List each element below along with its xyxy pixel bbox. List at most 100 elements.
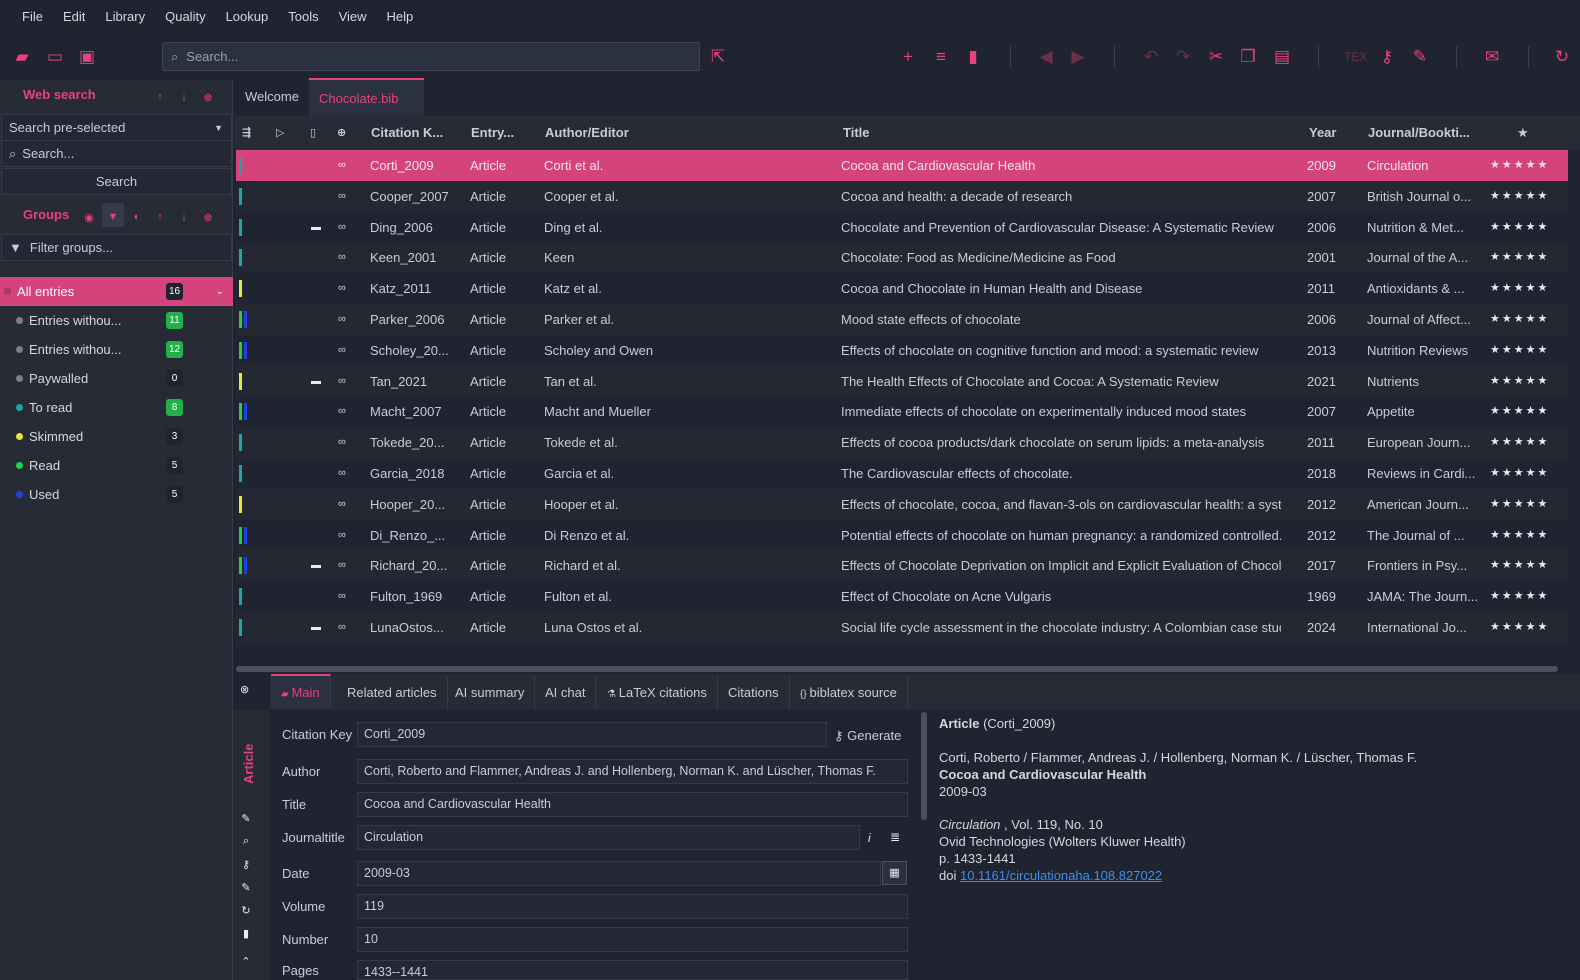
title-field[interactable]: Cocoa and Cardiovascular Health bbox=[357, 792, 908, 817]
menu-help[interactable]: Help bbox=[377, 0, 424, 34]
link-icon[interactable]: ∞ bbox=[338, 181, 346, 212]
rating-stars-icon[interactable]: ★★★★★ bbox=[1490, 212, 1549, 243]
group-item[interactable]: Entries withou... 12 bbox=[0, 335, 233, 364]
table-row[interactable]: ∞ Scholey_20... Article Scholey and Owen Eff… bbox=[236, 335, 1568, 366]
align-icon[interactable]: ≣ bbox=[890, 830, 900, 844]
link-icon[interactable]: ∞ bbox=[338, 520, 346, 551]
tab-citations[interactable]: Citations bbox=[718, 676, 790, 710]
filter-groups-input[interactable]: ▼ Filter groups... bbox=[1, 234, 232, 261]
link-icon[interactable]: ∞ bbox=[338, 581, 346, 612]
link-icon[interactable]: ∞ bbox=[338, 458, 346, 489]
date-field[interactable]: 2009-03 bbox=[357, 861, 881, 886]
refresh-icon[interactable]: ↻ bbox=[240, 904, 252, 917]
rating-stars-icon[interactable]: ★★★★★ bbox=[1490, 458, 1549, 489]
info-icon[interactable]: i bbox=[868, 831, 871, 845]
forward-icon[interactable]: ▶ bbox=[1068, 47, 1088, 67]
filter-icon[interactable]: ▼ bbox=[106, 211, 120, 223]
cut-icon[interactable]: ✂ bbox=[1206, 47, 1226, 67]
author-field[interactable]: Corti, Roberto and Flammer, Andreas J. a… bbox=[357, 759, 908, 784]
tab-biblatex-source[interactable]: {} biblatex source bbox=[790, 676, 908, 710]
close-editor-icon[interactable]: ⊗ bbox=[240, 683, 249, 696]
rating-stars-icon[interactable]: ★★★★★ bbox=[1490, 612, 1549, 643]
link-icon[interactable]: ∞ bbox=[338, 242, 346, 273]
eye-icon[interactable]: ◉ bbox=[82, 211, 96, 224]
file-icon[interactable]: ▬ bbox=[311, 366, 321, 397]
link-icon[interactable]: ∞ bbox=[338, 304, 346, 335]
web-search-input[interactable]: ⌕ Search... bbox=[1, 140, 232, 167]
rating-stars-icon[interactable]: ★★★★★ bbox=[1490, 427, 1549, 458]
group-item[interactable]: Read 5 bbox=[0, 451, 233, 480]
tab-chocolate-bib[interactable]: Chocolate.bib ✕ bbox=[309, 78, 424, 144]
table-row[interactable]: ∞ Cooper_2007 Article Cooper et al. Cocoa an… bbox=[236, 180, 1568, 212]
table-row[interactable]: ∞ Hooper_20... Article Hooper et al. Effects… bbox=[236, 488, 1568, 520]
group-item[interactable]: Paywalled 0 bbox=[0, 364, 233, 393]
column-citation-key[interactable]: Citation K... bbox=[371, 116, 443, 150]
add-entry-icon[interactable]: + bbox=[898, 47, 918, 67]
file-icon[interactable]: ▯ bbox=[310, 116, 316, 150]
refresh-icon[interactable]: ↻ bbox=[1552, 47, 1572, 67]
link-icon[interactable]: ∞ bbox=[338, 273, 346, 304]
rating-stars-icon[interactable]: ★★★★★ bbox=[1490, 181, 1549, 212]
rating-stars-icon[interactable]: ★★★★★ bbox=[1490, 550, 1549, 581]
rating-stars-icon[interactable]: ★★★★★ bbox=[1490, 581, 1549, 612]
group-item[interactable]: Skimmed 3 bbox=[0, 422, 233, 451]
table-row[interactable]: ∞ Keen_2001 Article Keen Chocolate: Food as … bbox=[236, 242, 1568, 274]
journaltitle-field[interactable]: Circulation bbox=[357, 825, 860, 850]
column-author[interactable]: Author/Editor bbox=[545, 116, 629, 150]
horizontal-scrollbar[interactable] bbox=[236, 666, 1558, 672]
undo-icon[interactable]: ↶ bbox=[1141, 47, 1161, 67]
rating-stars-icon[interactable]: ★★★★★ bbox=[1490, 489, 1549, 520]
back-icon[interactable]: ◀ bbox=[1036, 47, 1056, 67]
table-row[interactable]: ▬ ∞ Tan_2021 Article Tan et al. The Health Ef… bbox=[236, 365, 1568, 397]
group-item[interactable]: Entries withou... 11 bbox=[0, 306, 233, 335]
group-item[interactable]: All entries 16 ⌄ bbox=[0, 277, 233, 306]
column-year[interactable]: Year bbox=[1309, 116, 1336, 150]
group-item[interactable]: To read 8 bbox=[0, 393, 233, 422]
doi-link[interactable]: 10.1161/circulationaha.108.827022 bbox=[960, 868, 1162, 883]
link-icon[interactable]: ∞ bbox=[338, 427, 346, 458]
table-row[interactable]: ∞ Corti_2009 Article Corti et al. Cocoa and … bbox=[236, 150, 1568, 181]
rating-stars-icon[interactable]: ★★★★★ bbox=[1490, 242, 1549, 273]
menu-library[interactable]: Library bbox=[95, 0, 155, 34]
rating-stars-icon[interactable]: ★★★★★ bbox=[1490, 273, 1549, 304]
move-up-icon[interactable]: ↑ bbox=[153, 211, 167, 223]
chevron-up-icon[interactable]: ⌃ bbox=[240, 955, 252, 968]
link-icon[interactable]: ∞ bbox=[338, 612, 346, 643]
menu-lookup[interactable]: Lookup bbox=[216, 0, 279, 34]
tree-icon[interactable]: ⇶ bbox=[242, 116, 251, 150]
label-icon[interactable]: ▷ bbox=[276, 116, 284, 150]
table-row[interactable]: ∞ Garcia_2018 Article Garcia et al. The Card… bbox=[236, 458, 1568, 489]
tab-welcome[interactable]: Welcome bbox=[235, 78, 309, 116]
generate-button[interactable]: ⚷ Generate bbox=[834, 728, 901, 744]
web-search-button[interactable]: Search bbox=[1, 168, 232, 195]
delete-icon[interactable]: ▮ bbox=[963, 47, 983, 67]
table-row[interactable]: ∞ Di_Renzo_... Article Di Renzo et al. Poten… bbox=[236, 520, 1568, 551]
globe-icon[interactable]: ⊕ bbox=[337, 116, 346, 150]
menu-view[interactable]: View bbox=[329, 0, 377, 34]
tab-ai-summary[interactable]: AI summary bbox=[445, 676, 536, 710]
file-icon[interactable]: ▬ bbox=[311, 212, 321, 243]
file-icon[interactable]: ▬ bbox=[311, 550, 321, 581]
volume-field[interactable]: 119 bbox=[357, 894, 908, 919]
link-icon[interactable]: ∞ bbox=[338, 396, 346, 427]
search-icon[interactable]: ⌕ bbox=[240, 835, 252, 848]
tab-main[interactable]: ▰ Main bbox=[271, 674, 331, 708]
tab-related-articles[interactable]: Related articles bbox=[337, 676, 448, 710]
delete-icon[interactable]: ▮ bbox=[240, 927, 252, 940]
add-entry-from-id-icon[interactable]: ≡ bbox=[931, 47, 951, 67]
move-down-icon[interactable]: ↓ bbox=[177, 91, 191, 103]
redo-icon[interactable]: ↷ bbox=[1173, 47, 1193, 67]
search-fetcher-select[interactable]: Search pre-selected ▼ bbox=[1, 114, 232, 141]
tab-latex-citations[interactable]: ⚗ LaTeX citations bbox=[597, 676, 718, 710]
link-icon[interactable]: ∞ bbox=[338, 212, 346, 243]
save-icon[interactable]: ▣ bbox=[77, 47, 97, 67]
cleanup-icon[interactable]: ✎ bbox=[1410, 47, 1430, 67]
tex-icon[interactable]: TEX bbox=[1344, 47, 1367, 67]
group-item[interactable]: Used 5 bbox=[0, 480, 233, 509]
column-title[interactable]: Title bbox=[843, 116, 870, 150]
close-icon[interactable]: ⊗ bbox=[201, 211, 215, 224]
key-icon[interactable]: ⚷ bbox=[240, 858, 252, 871]
intersection-icon[interactable]: ◐ bbox=[130, 211, 144, 223]
rating-stars-icon[interactable]: ★★★★★ bbox=[1490, 150, 1549, 181]
move-down-icon[interactable]: ↓ bbox=[177, 211, 191, 223]
